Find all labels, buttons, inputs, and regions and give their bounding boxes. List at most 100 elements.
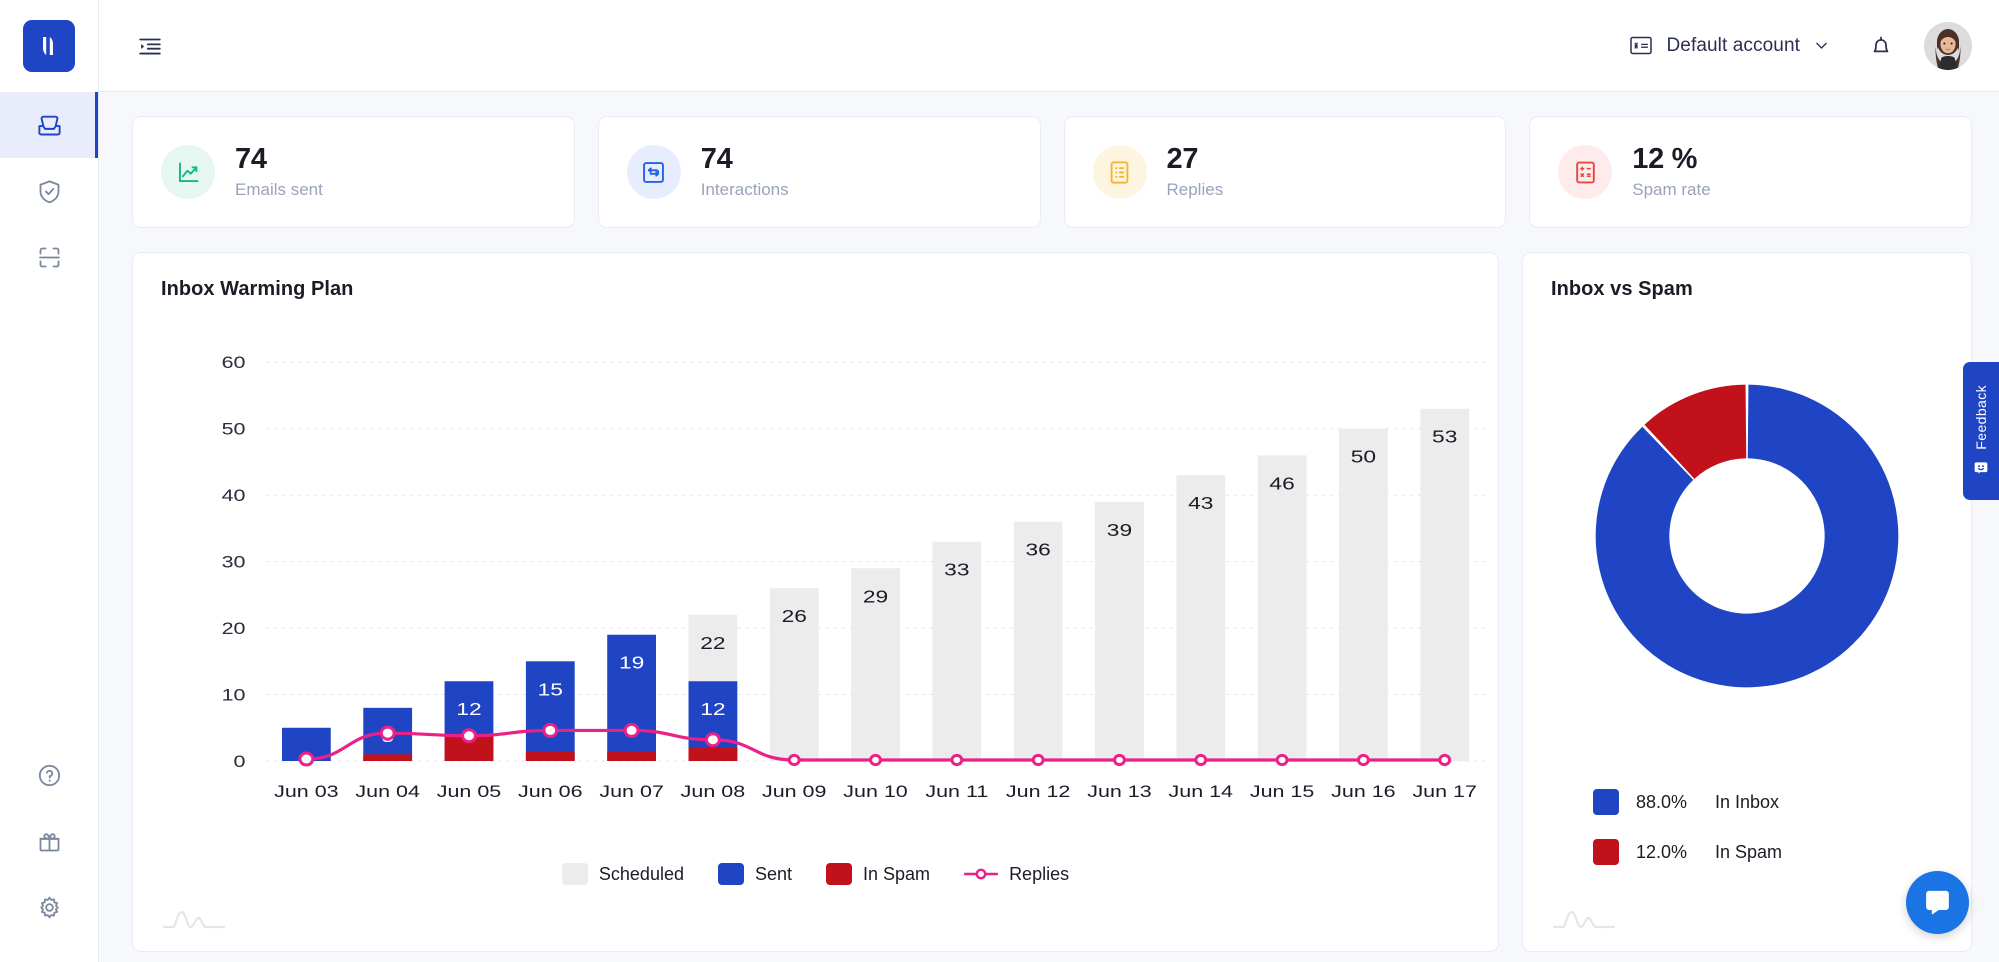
replies-point [1440, 755, 1450, 764]
replies-point [1358, 755, 1368, 764]
inbox-warming-plan-chart: 0102030405060Jun 038Jun 0412Jun 0515Jun … [133, 301, 1498, 861]
legend-percent: 88.0% [1636, 791, 1688, 812]
main-column: Default account 74 Emails sent 74 Intera… [99, 0, 1999, 962]
sidebar-item-rewards[interactable] [0, 808, 98, 874]
stat-card-spam-rate: 12 % Spam rate [1529, 116, 1972, 228]
question-circle-icon [38, 764, 60, 786]
x-axis-tick-label: Jun 08 [681, 782, 745, 801]
donut-legend-item-in-inbox[interactable]: 88.0% In Inbox [1593, 777, 1971, 827]
legend-swatch [826, 863, 853, 885]
bar-chart-svg: 0102030405060Jun 038Jun 0412Jun 0515Jun … [222, 353, 1498, 801]
bar-in-spam [688, 747, 738, 761]
replies-point [1033, 755, 1043, 764]
bar-value-label: 26 [782, 606, 807, 626]
legend-swatch [717, 863, 744, 885]
notifications-button[interactable] [1864, 29, 1898, 63]
repeat-icon [643, 161, 665, 183]
stat-icon-wrap [161, 145, 215, 199]
stat-label: Spam rate [1632, 180, 1711, 200]
legend-item-in-spam[interactable]: In Spam [826, 863, 930, 885]
stat-card-replies: 27 Replies [1063, 116, 1507, 228]
inbox-icon [37, 115, 61, 135]
sidebar-item-deliverability[interactable] [0, 158, 98, 224]
avatar-image [1924, 21, 1972, 70]
x-axis-tick-label: Jun 11 [925, 782, 988, 801]
sidebar-item-settings[interactable] [0, 874, 98, 940]
donut-chart-svg [1595, 384, 1899, 688]
donut-legend-item-in-spam[interactable]: 12.0% In Spam [1593, 827, 1971, 877]
sidebar-item-help[interactable] [0, 742, 98, 808]
bar-value-label: 12 [700, 699, 725, 719]
inbox-vs-spam-panel: Inbox vs Spam 88.0% In Inbox 12.0% In Sp… [1522, 252, 1972, 952]
y-axis-tick-label: 0 [234, 752, 246, 771]
bar-scheduled [1339, 428, 1388, 761]
sidebar-item-scan[interactable] [0, 224, 98, 290]
bar-scheduled [1257, 455, 1307, 761]
x-axis-tick-label: Jun 16 [1331, 782, 1395, 801]
donut-legend: 88.0% In Inbox 12.0% In Spam [1523, 777, 1971, 877]
stat-icon-wrap [1092, 145, 1147, 199]
replies-point [544, 724, 557, 736]
replies-point [871, 755, 881, 764]
sidebar-collapse-icon [139, 38, 161, 55]
account-card-icon [1630, 36, 1653, 55]
bar-scheduled [1095, 501, 1144, 761]
bar-chart-logo-icon [43, 37, 53, 55]
stat-card-emails-sent: 74 Emails sent [132, 116, 575, 228]
x-axis-tick-label: Jun 04 [355, 782, 420, 801]
y-axis-tick-label: 40 [222, 486, 246, 505]
replies-point [789, 755, 799, 764]
avatar[interactable] [1924, 21, 1972, 70]
stat-icon-wrap [1558, 145, 1613, 199]
sidebar-collapse-button[interactable] [133, 29, 167, 63]
shield-check-icon [39, 179, 59, 203]
panels-row: Inbox Warming Plan 0102030405060Jun 038J… [132, 252, 1972, 952]
sidebar-nav-bottom [0, 742, 98, 962]
legend-swatch [1593, 839, 1619, 865]
smiley-face-icon [1974, 462, 1988, 474]
bar-in-spam [607, 751, 656, 761]
x-axis-tick-label: Jun 15 [1250, 782, 1314, 801]
dashboard-content: 74 Emails sent 74 Interactions 27 Replie… [99, 92, 1999, 962]
watermark-wave-icon [1553, 910, 1615, 929]
y-axis-tick-label: 30 [222, 553, 246, 572]
inbox-warming-plan-panel: Inbox Warming Plan 0102030405060Jun 038J… [132, 252, 1499, 952]
legend-item-scheduled[interactable]: Scheduled [561, 863, 684, 885]
legend-label: Replies [1009, 863, 1070, 884]
feedback-label: Feedback [1973, 384, 1989, 450]
chat-bubble-icon [1926, 890, 1949, 915]
y-axis-tick-label: 60 [222, 353, 246, 372]
legend-label: In Inbox [1715, 791, 1780, 812]
sidebar-item-inbox[interactable] [0, 92, 98, 158]
bar-value-label: 33 [944, 560, 969, 580]
account-selector[interactable]: Default account [1621, 29, 1838, 63]
y-axis-tick-label: 20 [222, 619, 246, 638]
bar-value-label: 43 [1188, 493, 1213, 513]
brand-logo[interactable] [0, 0, 98, 92]
replies-point [1277, 755, 1287, 764]
stat-value: 27 [1166, 142, 1199, 175]
inbox-vs-spam-chart [1523, 301, 1971, 771]
x-axis-tick-label: Jun 17 [1412, 782, 1476, 801]
bar-value-label: 46 [1269, 473, 1294, 493]
stats-row: 74 Emails sent 74 Interactions 27 Replie… [132, 116, 1972, 228]
bar-value-label: 15 [538, 680, 563, 700]
legend-item-replies[interactable]: Replies [964, 864, 1069, 885]
replies-point [463, 730, 476, 742]
stat-text: 74 Emails sent [235, 142, 323, 200]
bar-scheduled [1420, 408, 1470, 761]
panel-title: Inbox vs Spam [1551, 278, 1693, 300]
calculator-icon [1575, 161, 1595, 183]
bell-icon [1873, 36, 1889, 52]
x-axis-tick-label: Jun 14 [1169, 782, 1234, 801]
stat-value: 74 [235, 142, 267, 175]
chat-launcher-button[interactable] [1906, 871, 1969, 934]
legend-item-sent[interactable]: Sent [717, 863, 792, 885]
stat-label: Replies [1166, 180, 1224, 200]
legend-label: Scheduled [598, 863, 684, 884]
stat-value: 12 % [1632, 142, 1698, 175]
replies-point [1115, 755, 1125, 764]
feedback-tab[interactable]: Feedback [1963, 362, 1999, 500]
x-axis-tick-label: Jun 10 [843, 782, 908, 801]
replies-point [381, 727, 394, 739]
